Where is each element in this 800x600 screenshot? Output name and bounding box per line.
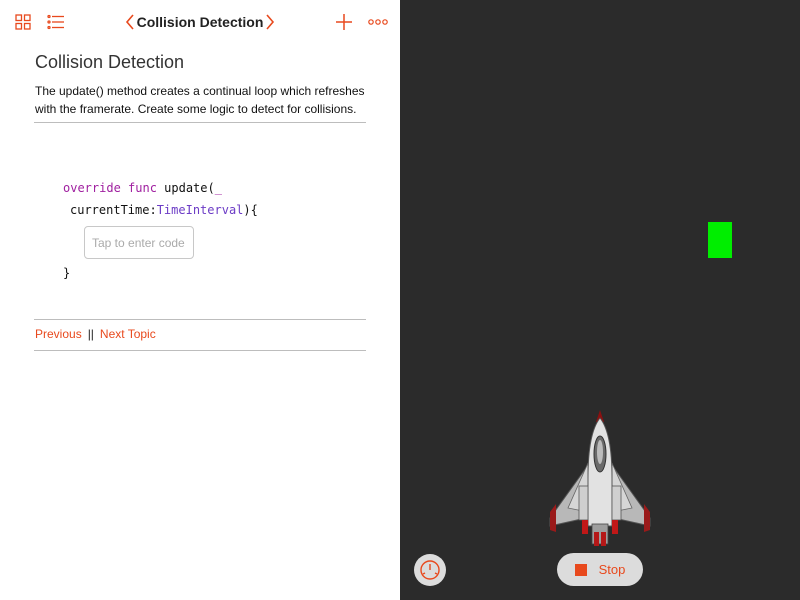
plus-icon[interactable] [334, 12, 354, 32]
more-icon[interactable] [367, 12, 389, 32]
divider [34, 319, 366, 320]
live-view[interactable]: Stop [400, 0, 800, 600]
code-text: ){ [243, 203, 258, 217]
green-target-block [708, 222, 732, 258]
code-line-1: override func update(_ [63, 181, 222, 195]
code-line-2: currentTime:TimeInterval){ [70, 203, 258, 217]
topic-navigation: Previous || Next Topic [35, 327, 156, 341]
code-param: currentTime: [70, 203, 157, 217]
code-text: update( [156, 181, 215, 195]
stop-label: Stop [598, 562, 626, 577]
grid-icon[interactable] [13, 12, 33, 32]
next-topic-link[interactable]: Next Topic [100, 327, 156, 341]
page-description: The update() method creates a continual … [35, 84, 365, 116]
code-underscore: _ [214, 181, 222, 195]
speedometer-button[interactable] [414, 554, 446, 586]
divider [34, 350, 366, 351]
code-keyword: override func [63, 181, 157, 195]
code-line-4: } [63, 266, 71, 280]
previous-link[interactable]: Previous [35, 327, 82, 341]
playground-page-pane: Collision Detection Collision Detection … [0, 0, 400, 600]
list-icon[interactable] [46, 12, 66, 32]
stop-icon [574, 563, 587, 576]
spaceship-sprite [549, 410, 651, 546]
page-title: Collision Detection [35, 52, 185, 72]
code-entry-field[interactable] [84, 226, 194, 259]
divider [34, 122, 366, 123]
nav-title: Collision Detection [136, 14, 264, 30]
navigation-bar: Collision Detection [0, 0, 400, 44]
stop-button[interactable]: Stop [557, 553, 643, 586]
nav-separator: || [87, 327, 94, 341]
chevron-right-icon[interactable] [260, 12, 280, 32]
speedometer-icon [420, 560, 440, 580]
code-type: TimeInterval [156, 203, 244, 217]
